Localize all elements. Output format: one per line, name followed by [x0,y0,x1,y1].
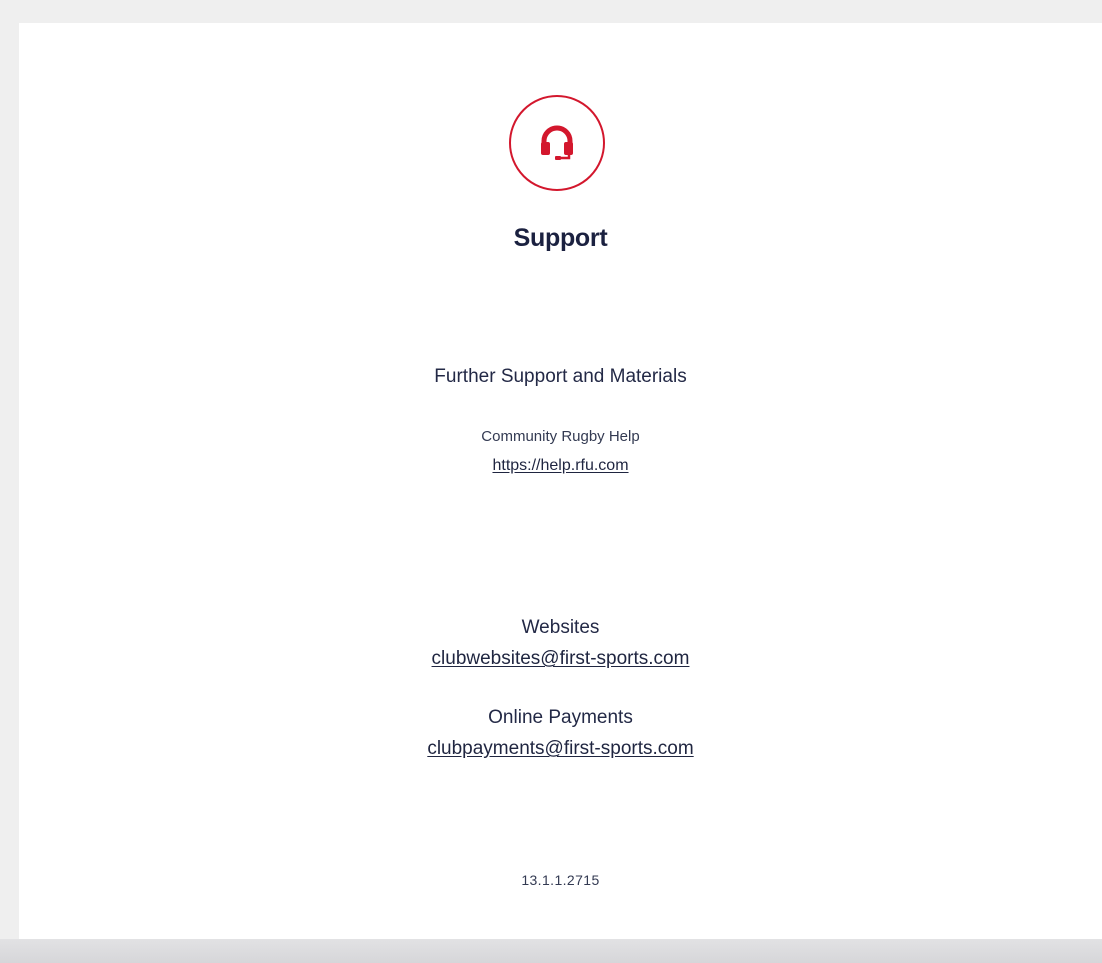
online-payments-label: Online Payments [488,707,633,728]
websites-label: Websites [521,617,600,638]
headset-icon-badge [509,95,605,191]
bottom-bar [0,939,1102,963]
websites-email-row: clubwebsites@first-sports.com [19,648,1102,670]
community-rugby-help-link[interactable]: https://help.rfu.com [492,457,628,474]
further-support-heading: Further Support and Materials [434,366,687,387]
community-rugby-help-row: https://help.rfu.com [19,457,1102,475]
version-number: 13.1.1.2715 [521,872,600,888]
community-rugby-help-label: Community Rugby Help [481,428,640,445]
headset-icon [541,125,573,160]
websites-email-link[interactable]: clubwebsites@first-sports.com [432,648,690,669]
payments-email-row: clubpayments@first-sports.com [19,738,1102,760]
support-panel: Support Further Support and Materials Co… [19,23,1102,939]
page-title: Support [513,224,608,252]
payments-email-link[interactable]: clubpayments@first-sports.com [427,738,693,759]
